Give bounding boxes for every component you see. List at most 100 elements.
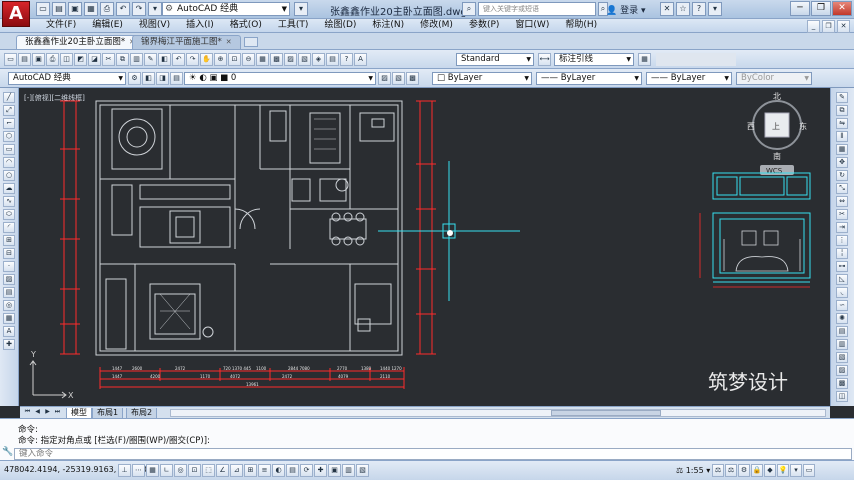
linetype-select[interactable]: —— ByLayer ▼ (536, 72, 642, 85)
insert-block-icon[interactable]: ⊞ (3, 235, 15, 246)
compass-west[interactable]: 西 (747, 122, 755, 131)
publish-icon[interactable]: ◩ (74, 53, 87, 66)
quick-access-dropdown-icon[interactable]: ▾ (294, 2, 308, 16)
zoom-realtime-icon[interactable]: ⊕ (214, 53, 227, 66)
quickcalc-icon[interactable]: ▤ (326, 53, 339, 66)
doc-restore-icon[interactable]: ❐ (822, 20, 835, 33)
plot-icon[interactable]: ⎙ (100, 2, 114, 16)
arc-icon[interactable]: ◠ (3, 157, 15, 168)
redo-icon[interactable]: ↷ (186, 53, 199, 66)
quick-view-drawings-icon[interactable]: ▧ (356, 464, 369, 477)
selection-cycling-icon[interactable]: ⟳ (300, 464, 313, 477)
trim-icon[interactable]: ✂ (836, 209, 848, 220)
doc-close-icon[interactable]: ✕ (837, 20, 850, 33)
move-icon[interactable]: ✥ (836, 157, 848, 168)
clean-screen-icon[interactable]: ▭ (803, 464, 815, 477)
model-space-icon[interactable]: ▣ (328, 464, 341, 477)
menu-edit[interactable]: 编辑(E) (84, 19, 131, 32)
quick-access-dropdown-icon[interactable]: ▾ (148, 2, 162, 16)
design-center-icon[interactable]: ▩ (270, 53, 283, 66)
table-style-icon[interactable]: ▦ (638, 53, 651, 66)
menu-help[interactable]: 帮助(H) (557, 19, 605, 32)
ortho-mode-icon[interactable]: ∟ (160, 464, 173, 477)
prev-layout-icon[interactable]: ◀ (33, 408, 42, 417)
transparency-icon[interactable]: ◐ (272, 464, 285, 477)
sheet-set-icon[interactable]: ▧ (298, 53, 311, 66)
close-icon[interactable]: ✕ (226, 38, 232, 46)
minimize-button[interactable]: ─ (790, 1, 810, 16)
circle-icon[interactable]: ○ (3, 170, 15, 181)
menu-draw[interactable]: 绘图(D) (316, 19, 364, 32)
rotate-icon[interactable]: ↻ (836, 170, 848, 181)
pan-icon[interactable]: ✋ (200, 53, 213, 66)
star-icon[interactable]: ☆ (676, 2, 690, 16)
compass-north[interactable]: 北 (773, 92, 781, 101)
login-link[interactable]: 👤 登录 ▾ (606, 3, 646, 16)
menu-window[interactable]: 窗口(W) (507, 19, 557, 32)
break-icon[interactable]: ╎ (836, 248, 848, 259)
cut-icon[interactable]: ✂ (102, 53, 115, 66)
scrollbar-thumb[interactable] (551, 410, 661, 416)
preview-icon[interactable]: ◫ (60, 53, 73, 66)
undo-icon[interactable]: ↶ (116, 2, 130, 16)
match-properties-icon[interactable]: ✎ (144, 53, 157, 66)
file-tab-active[interactable]: 张鑫鑫作业20主卧立面图*✕ (16, 35, 144, 49)
save-icon[interactable]: ▣ (68, 2, 82, 16)
hardware-acceleration-icon[interactable]: ◆ (764, 464, 776, 477)
revision-cloud-icon[interactable]: ☁ (3, 183, 15, 194)
ellipse-icon[interactable]: ⬭ (3, 209, 15, 220)
wrench-icon[interactable]: 🔧 (2, 447, 13, 457)
lineweight-select[interactable]: —— ByLayer ▼ (646, 72, 732, 85)
menu-view[interactable]: 视图(V) (131, 19, 178, 32)
auto-scale-icon[interactable]: ⚖ (725, 464, 737, 477)
erase-icon[interactable]: ✎ (836, 92, 848, 103)
gradient-icon[interactable]: ▤ (3, 287, 15, 298)
stretch-icon[interactable]: ⇔ (836, 196, 848, 207)
binoculars-icon[interactable]: ⌕ (462, 2, 476, 16)
horizontal-scrollbar[interactable] (170, 409, 826, 417)
dimension-style-icon[interactable]: ⟷ (538, 53, 551, 66)
workspace-combo[interactable]: AutoCAD 经典 ▼ (8, 72, 126, 85)
array-icon[interactable]: ▦ (836, 144, 848, 155)
modify-extra-2-icon[interactable]: ▥ (836, 339, 848, 350)
modify-extra-4-icon[interactable]: ▨ (836, 365, 848, 376)
plotstyle-select[interactable]: ByColor ▼ (736, 72, 812, 85)
region-icon[interactable]: ◎ (3, 300, 15, 311)
hatch-icon[interactable]: ▨ (3, 274, 15, 285)
object-snap-icon[interactable]: ⊡ (188, 464, 201, 477)
add-selected-icon[interactable]: ✚ (3, 339, 15, 350)
menu-dimension[interactable]: 标注(N) (364, 19, 412, 32)
rectangle-icon[interactable]: ▭ (3, 144, 15, 155)
copy-icon[interactable]: ⧉ (116, 53, 129, 66)
tool-palettes-icon[interactable]: ▨ (284, 53, 297, 66)
tool-b-icon[interactable]: ◨ (156, 72, 169, 85)
make-block-icon[interactable]: ⊟ (3, 248, 15, 259)
paste-icon[interactable]: ▥ (130, 53, 143, 66)
open-file-icon[interactable]: ▤ (52, 2, 66, 16)
menu-modify[interactable]: 修改(M) (412, 19, 461, 32)
undo-icon[interactable]: ↶ (172, 53, 185, 66)
join-icon[interactable]: ⊶ (836, 261, 848, 272)
text-style-icon[interactable]: A (354, 53, 367, 66)
markup-icon[interactable]: ◈ (312, 53, 325, 66)
compass-east[interactable]: 东 (799, 121, 807, 131)
exchange-icon[interactable]: ✕ (660, 2, 674, 16)
make-current-icon[interactable]: ▨ (378, 72, 391, 85)
layer-select[interactable]: ☀ ◐ ▣ ■ 0 ▼ (184, 72, 376, 85)
grid-display-icon[interactable]: ▦ (146, 464, 159, 477)
help-dropdown-icon[interactable]: ▾ (708, 2, 722, 16)
zoom-window-icon[interactable]: ⊡ (228, 53, 241, 66)
polygon-icon[interactable]: ⬡ (3, 131, 15, 142)
offset-icon[interactable]: ⫴ (836, 131, 848, 142)
open-icon[interactable]: ▤ (18, 53, 31, 66)
chamfer-icon[interactable]: ◺ (836, 274, 848, 285)
layer-manager-icon[interactable]: ▤ (170, 72, 183, 85)
search-input[interactable]: 键入关键字或短语 (478, 2, 596, 16)
help-icon[interactable]: ? (692, 2, 706, 16)
viewcube-center-label[interactable]: 上 (772, 122, 780, 131)
ellipse-arc-icon[interactable]: ◜ (3, 222, 15, 233)
first-layout-icon[interactable]: ⏮ (23, 408, 32, 417)
properties-icon[interactable]: ▦ (256, 53, 269, 66)
infer-constraints-icon[interactable]: ⊥ (118, 464, 131, 477)
modify-extra-3-icon[interactable]: ▧ (836, 352, 848, 363)
